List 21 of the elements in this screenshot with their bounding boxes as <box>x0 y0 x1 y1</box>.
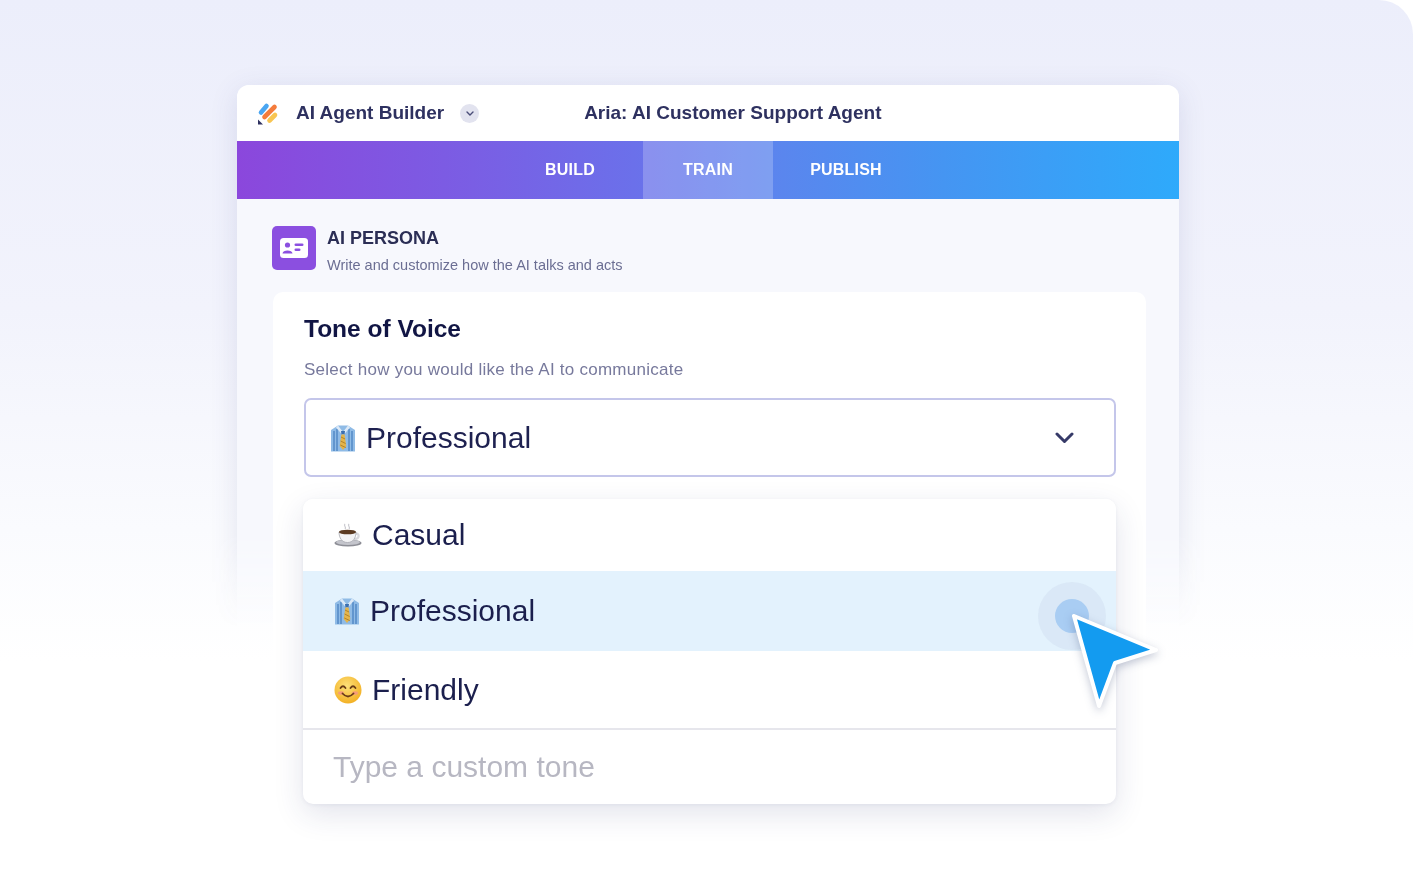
dropdown-option[interactable]: Friendly <box>303 651 1116 728</box>
logo-icon <box>256 101 280 125</box>
shirt-and-tie-icon <box>334 597 360 625</box>
app-menu-button[interactable] <box>460 103 480 123</box>
agent-title: Aria: AI Customer Support Agent <box>584 102 882 124</box>
dropdown-option[interactable]: Professional <box>303 571 1116 651</box>
nav-tab[interactable]: BUILD <box>505 141 635 199</box>
chevron-down-icon <box>1055 431 1074 444</box>
chevron-down-icon <box>465 110 474 116</box>
card-title: Tone of Voice <box>304 314 461 344</box>
id-card-icon <box>272 226 316 270</box>
custom-tone-input[interactable]: Type a custom tone <box>303 730 1116 804</box>
section-title: AI PERSONA <box>327 227 440 249</box>
coffee-cup-icon <box>334 523 362 547</box>
dropdown-option[interactable]: Casual <box>303 499 1116 571</box>
tone-select[interactable]: Professional <box>304 398 1116 477</box>
section-subtitle: Write and customize how the AI talks and acts <box>327 256 623 274</box>
card-description: Select how you would like the AI to communicate <box>304 359 684 381</box>
app-name: AI Agent Builder <box>296 102 445 124</box>
shirt-and-tie-icon <box>330 423 356 452</box>
smiling-face-icon <box>334 675 362 704</box>
